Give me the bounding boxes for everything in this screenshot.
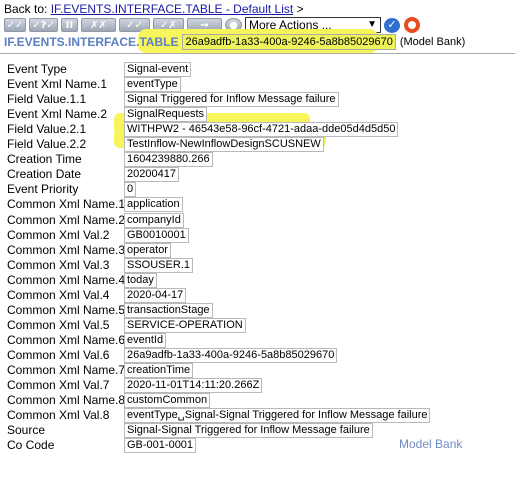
record-header: IF.EVENTS.INTERFACE.TABLE 26a9adfb-1a33-… bbox=[4, 34, 465, 50]
field-value: SignalRequests bbox=[124, 107, 208, 123]
field-row: Common Xml Val.4 2020-04-17 bbox=[0, 287, 515, 303]
header-divider bbox=[0, 53, 515, 54]
field-row: Common Xml Name.6 eventId bbox=[0, 332, 515, 348]
field-value: 1604239880.266 bbox=[124, 152, 213, 168]
field-row: Event Xml Name.1 eventType bbox=[0, 77, 515, 93]
field-row: Common Xml Val.3 SSOUSER.1 bbox=[0, 257, 515, 273]
field-value: TestInflow-NewInflowDesignSCUSNEW bbox=[124, 137, 324, 153]
field-value: 20200417 bbox=[124, 167, 179, 183]
field-label: Event Xml Name.1 bbox=[7, 77, 108, 92]
hold-icon[interactable]: II bbox=[61, 18, 78, 32]
field-row: Common Xml Val.5 SERVICE-OPERATION bbox=[0, 317, 515, 333]
back-to-bar: Back to: IF.EVENTS.INTERFACE.TABLE - Def… bbox=[4, 2, 304, 16]
field-label: Common Xml Val.8 bbox=[7, 408, 110, 423]
go-icon[interactable]: ✓ bbox=[384, 17, 400, 33]
commit-icon[interactable]: ✓✓ bbox=[4, 18, 26, 32]
field-row: Common Xml Name.8 customCommon bbox=[0, 393, 515, 409]
field-label: Co Code bbox=[7, 438, 55, 453]
field-label: Common Xml Name.8 bbox=[7, 393, 126, 408]
field-row: Common Xml Val.8 eventType␣Signal-Signal … bbox=[0, 408, 515, 424]
field-value: application bbox=[124, 197, 183, 213]
field-label: Common Xml Val.7 bbox=[7, 378, 110, 393]
record-id-field[interactable]: 26a9adfb-1a33-400a-9246-5a8b85029670 bbox=[182, 34, 396, 50]
back-to-link[interactable]: IF.EVENTS.INTERFACE.TABLE - Default List bbox=[51, 2, 294, 16]
field-value: companyId bbox=[124, 212, 184, 228]
field-value: SSOUSER.1 bbox=[124, 257, 193, 273]
field-label: Common Xml Val.3 bbox=[7, 257, 110, 272]
field-value: SERVICE-OPERATION bbox=[124, 317, 246, 333]
field-label: Common Xml Name.4 bbox=[7, 272, 126, 287]
validate-icon[interactable]: ✓?✓ bbox=[29, 18, 58, 32]
field-row: Common Xml Name.7 creationTime bbox=[0, 363, 515, 378]
field-row: Creation Date 20200417 bbox=[0, 167, 515, 183]
field-value: GB0010001 bbox=[124, 227, 189, 243]
field-value: 26a9adfb-1a33-400a-9246-5a8b85029670 bbox=[124, 347, 338, 363]
field-label: Field Value.2.1 bbox=[7, 122, 87, 137]
back-to-suffix: > bbox=[296, 2, 304, 16]
field-value: today bbox=[124, 272, 157, 288]
field-label: Field Value.1.1 bbox=[7, 92, 87, 107]
field-row: Common Xml Name.2 companyId bbox=[0, 212, 515, 228]
company-name: (Model Bank) bbox=[399, 36, 466, 48]
help-lifebuoy-icon[interactable] bbox=[404, 17, 420, 33]
field-value: Signal Triggered for Inflow Message fail… bbox=[124, 92, 339, 108]
field-label: Event Xml Name.2 bbox=[7, 107, 108, 122]
field-value: Signal-Signal Triggered for Inflow Messa… bbox=[124, 423, 373, 439]
field-label: Common Xml Val.6 bbox=[7, 347, 110, 362]
table-name: IF.EVENTS.INTERFACE.TABLE bbox=[4, 35, 179, 49]
field-row: Common Xml Name.5 transactionStage bbox=[0, 302, 515, 318]
field-value: GB-001-0001 bbox=[124, 438, 197, 454]
field-label: Common Xml Name.6 bbox=[7, 332, 126, 347]
field-label: Common Xml Name.7 bbox=[7, 363, 126, 377]
field-value: eventId bbox=[124, 332, 167, 348]
field-row: Field Value.2.2 TestInflow-NewInflowDesig… bbox=[0, 137, 515, 153]
delete-icon[interactable]: ✗✗ bbox=[81, 18, 116, 32]
footer-company: Model Bank bbox=[399, 437, 463, 451]
field-label: Common Xml Name.5 bbox=[7, 302, 126, 317]
field-label: Event Priority bbox=[7, 182, 79, 197]
field-row: Common Xml Name.4 today bbox=[0, 272, 515, 288]
field-row: Creation Time 1604239880.266 bbox=[0, 152, 515, 168]
field-value: Signal-event bbox=[124, 62, 192, 77]
field-row: Field Value.2.1 WITHPW2 - 46543e58-96cf-4… bbox=[0, 122, 515, 138]
field-value: 2020-11-01T14:11:20.266Z bbox=[124, 378, 263, 394]
field-label: Source bbox=[7, 423, 46, 438]
field-label: Creation Time bbox=[7, 152, 82, 167]
field-row: Event Priority 0 bbox=[0, 182, 515, 198]
field-value: operator bbox=[124, 242, 171, 258]
field-label: Common Xml Val.4 bbox=[7, 287, 110, 302]
field-value: eventType bbox=[124, 77, 181, 93]
field-label: Common Xml Val.5 bbox=[7, 317, 110, 332]
field-value: creationTime bbox=[124, 363, 194, 378]
field-value: WITHPW2 - 46543e58-96cf-4721-adaa-dde05d… bbox=[124, 122, 399, 138]
field-label: Common Xml Name.1 bbox=[7, 197, 126, 212]
field-value: 0 bbox=[124, 182, 137, 198]
field-label: Creation Date bbox=[7, 167, 82, 182]
back-to-prefix: Back to: bbox=[4, 2, 48, 16]
field-label: Common Xml Val.2 bbox=[7, 227, 110, 242]
field-row: Event Type Signal-event bbox=[0, 62, 515, 77]
field-row: Field Value.1.1 Signal Triggered for Infl… bbox=[0, 92, 515, 108]
field-value: customCommon bbox=[124, 393, 211, 409]
field-row: Common Xml Name.3 operator bbox=[0, 242, 515, 258]
field-row: Common Xml Val.2 GB0010001 bbox=[0, 227, 515, 243]
field-row: Event Xml Name.2 SignalRequests bbox=[0, 107, 515, 123]
field-label: Common Xml Name.3 bbox=[7, 242, 126, 257]
field-row: Common Xml Name.1 application bbox=[0, 197, 515, 213]
field-row: Common Xml Val.7 2020-11-01T14:11:20.266Z bbox=[0, 378, 515, 394]
field-row: Source Signal-Signal Triggered for Inflow… bbox=[0, 423, 515, 439]
field-label: Common Xml Name.2 bbox=[7, 212, 126, 227]
field-value: 2020-04-17 bbox=[124, 287, 187, 303]
field-value: eventType␣Signal-Signal Triggered for In… bbox=[124, 408, 431, 424]
field-label: Event Type bbox=[7, 62, 67, 76]
field-label: Field Value.2.2 bbox=[7, 137, 87, 152]
field-row: Common Xml Val.6 26a9adfb-1a33-400a-9246-… bbox=[0, 347, 515, 363]
field-value: transactionStage bbox=[124, 302, 213, 318]
